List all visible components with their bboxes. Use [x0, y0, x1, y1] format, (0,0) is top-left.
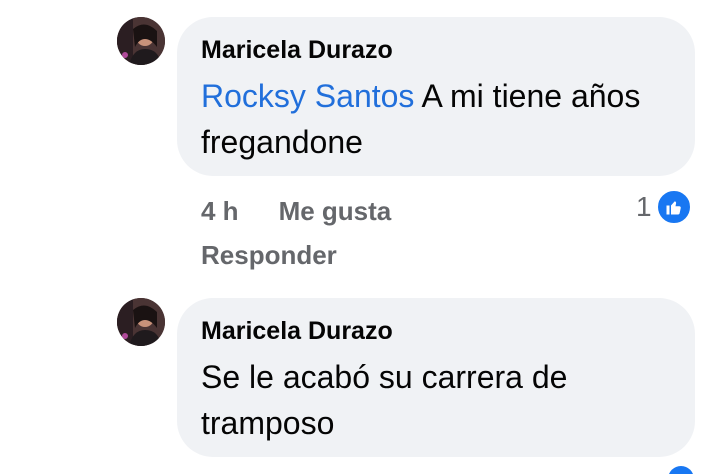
comment-actions: 4 h Me gusta Responder	[201, 191, 391, 275]
partial-reaction-icon	[668, 466, 694, 474]
avatar[interactable]	[117, 17, 165, 65]
reaction-count: 1	[636, 191, 652, 222]
like-icon	[655, 189, 692, 225]
avatar-image	[117, 17, 165, 65]
mention-link[interactable]: Rocksy Santos	[201, 78, 414, 114]
avatar[interactable]	[117, 298, 165, 346]
comment-author[interactable]: Maricela Durazo	[201, 316, 671, 346]
comment-author[interactable]: Maricela Durazo	[201, 35, 671, 65]
comment-timestamp[interactable]: 4 h	[201, 196, 239, 227]
comment-text: Se le acabó su carrera de tramposo	[201, 359, 568, 441]
avatar-image	[117, 298, 165, 346]
comment-thread: Maricela Durazo Rocksy Santos A mi tiene…	[0, 0, 720, 474]
comment-text: Rocksy Santos A mi tiene años fregandone	[201, 73, 671, 165]
like-button[interactable]: Me gusta	[279, 196, 392, 227]
comment-bubble: Maricela Durazo Se le acabó su carrera d…	[177, 298, 695, 457]
reply-button[interactable]: Responder	[201, 240, 337, 271]
reaction-summary[interactable]: 1	[636, 189, 692, 225]
comment-bubble: Maricela Durazo Rocksy Santos A mi tiene…	[177, 17, 695, 176]
